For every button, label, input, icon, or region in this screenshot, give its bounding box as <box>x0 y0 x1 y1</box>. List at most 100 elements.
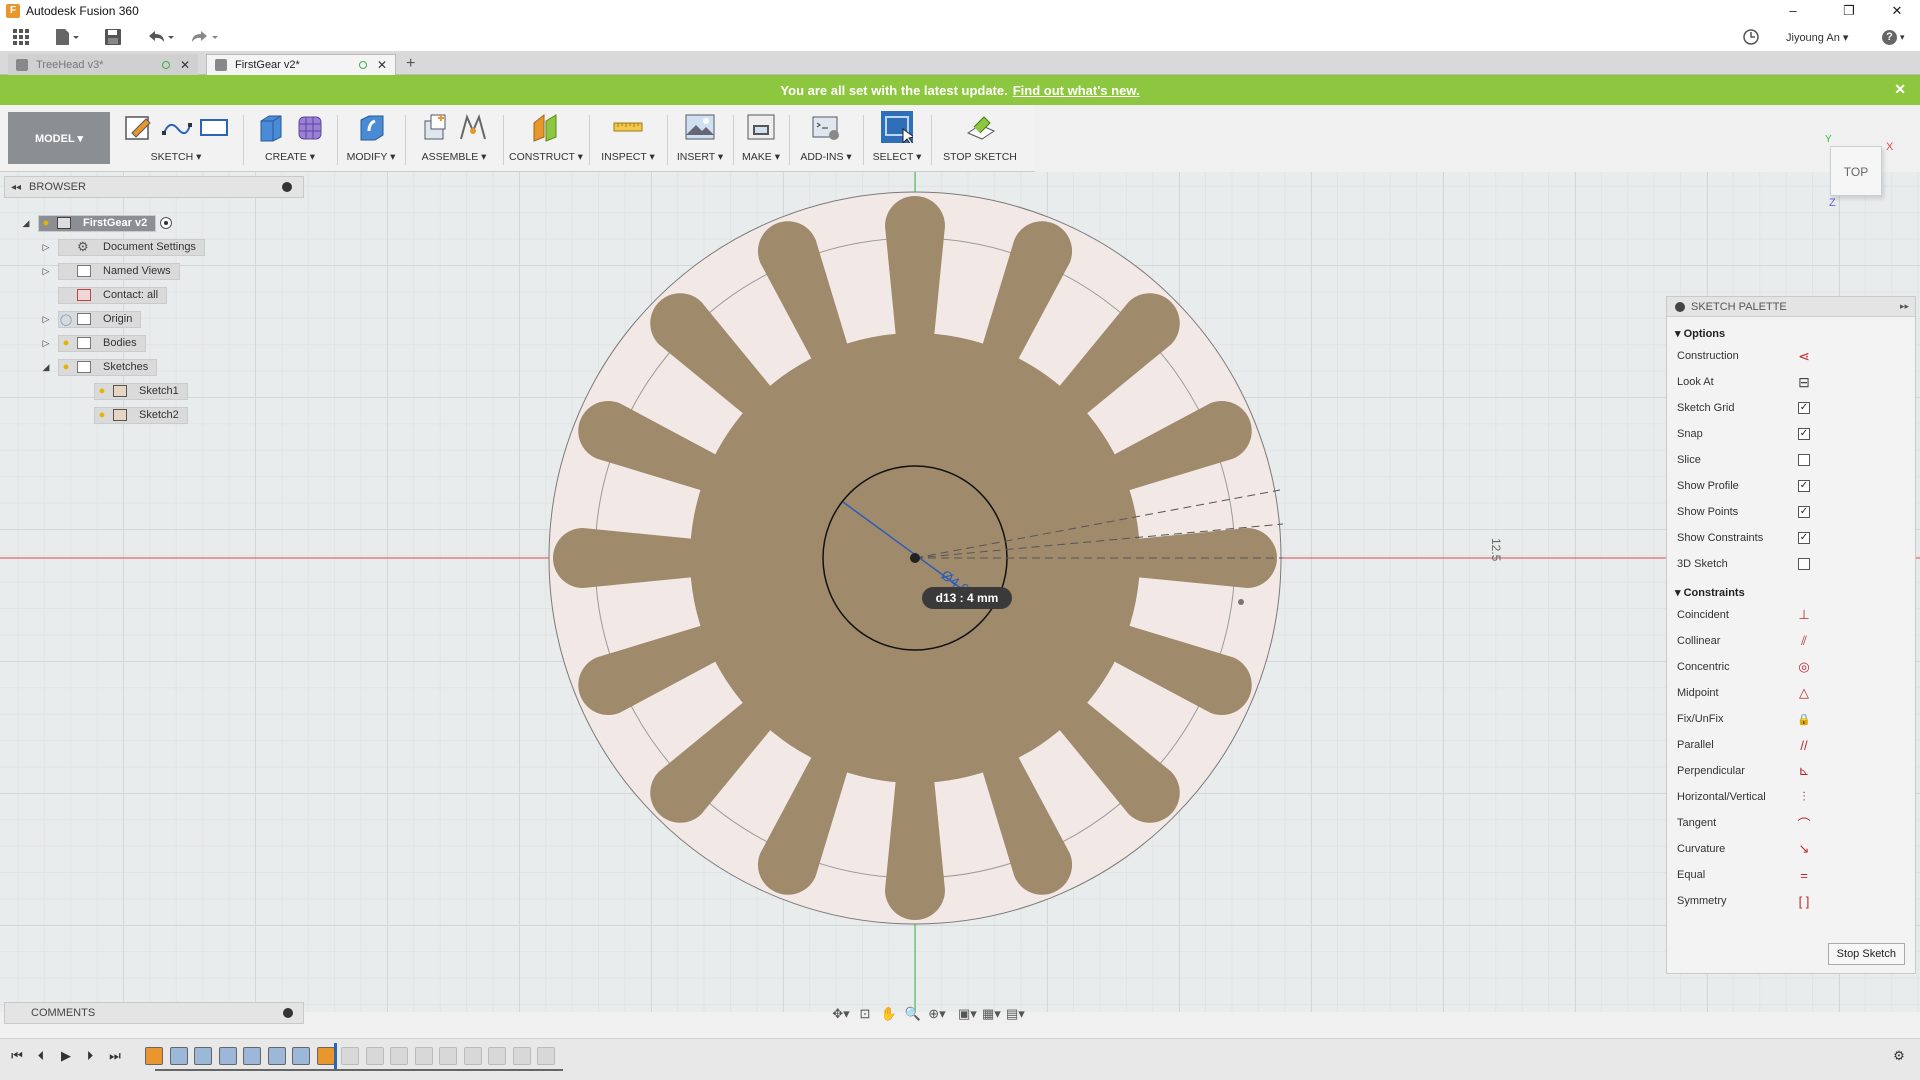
expand-arrow-icon[interactable]: ▷ <box>40 241 52 253</box>
zoom-icon[interactable]: 🔍 <box>904 1005 922 1023</box>
timeline-feature-icon[interactable] <box>292 1047 310 1065</box>
expand-arrow-icon[interactable]: ◢ <box>20 217 32 229</box>
pin-icon[interactable] <box>282 182 292 192</box>
visibility-bulb-icon[interactable]: ● <box>95 385 109 397</box>
timeline-feature-icon[interactable] <box>194 1047 212 1065</box>
parallel-icon[interactable]: // <box>1797 738 1811 753</box>
fix-unfix-icon[interactable]: 🔒 <box>1797 712 1811 726</box>
checkbox[interactable] <box>1798 558 1810 570</box>
timeline-settings-icon[interactable]: ⚙ <box>1890 1047 1908 1065</box>
user-menu[interactable]: Jiyoung An ▾ <box>1786 22 1848 52</box>
option-show-profile[interactable]: Show Profile ✓ <box>1677 477 1907 495</box>
workspace-switcher[interactable]: MODEL ▾ <box>8 112 110 164</box>
timeline-feature-icon[interactable] <box>365 1047 384 1065</box>
save-icon[interactable] <box>104 27 122 47</box>
constraint-fix-unfix[interactable]: Fix/UnFix 🔒 <box>1677 710 1907 728</box>
step-forward-icon[interactable]: ⏵ <box>81 1047 99 1065</box>
constraint-perpendicular[interactable]: Perpendicular ⊾ <box>1677 762 1907 780</box>
constraint-collinear[interactable]: Collinear ⫽ <box>1677 632 1907 650</box>
help-icon[interactable]: ? ▾ <box>1882 22 1905 52</box>
visibility-bulb-icon[interactable]: ● <box>59 337 73 349</box>
grid-menu-icon[interactable] <box>12 27 30 47</box>
redo-icon[interactable] <box>190 27 220 47</box>
option-show-constraints[interactable]: Show Constraints ✓ <box>1677 529 1907 547</box>
option-show-points[interactable]: Show Points ✓ <box>1677 503 1907 521</box>
undo-icon[interactable] <box>146 27 176 47</box>
create-sketch-icon[interactable] <box>122 111 154 143</box>
constraint-tangent[interactable]: Tangent ⌒ <box>1677 814 1907 832</box>
palette-header[interactable]: SKETCH PALETTE ▸▸ <box>1667 297 1915 317</box>
visibility-bulb-icon[interactable]: ◯ <box>59 313 73 326</box>
option-construction[interactable]: Construction ⋖ <box>1677 347 1907 365</box>
tab-firstgear[interactable]: FirstGear v2* ✕ <box>206 54 396 75</box>
create-form-icon[interactable] <box>293 111 325 143</box>
collinear-icon[interactable]: ⫽ <box>1797 633 1811 648</box>
constraint-curvature[interactable]: Curvature ↘ <box>1677 840 1907 858</box>
look-at-icon[interactable]: ⊡ <box>856 1005 874 1023</box>
tangent-icon[interactable]: ⌒ <box>1797 816 1811 832</box>
perpendicular-icon[interactable]: ⊾ <box>1797 763 1811 778</box>
measure-icon[interactable] <box>612 111 644 143</box>
browser-item-contact[interactable]: Contact: all <box>40 286 168 304</box>
3d-print-icon[interactable] <box>745 111 777 143</box>
comments-panel[interactable]: COMMENTS <box>4 1002 304 1024</box>
close-tab-icon[interactable]: ✕ <box>180 58 190 72</box>
viewports-icon[interactable]: ▤▾ <box>1006 1005 1025 1023</box>
minimize-button[interactable]: – <box>1770 0 1816 22</box>
joint-icon[interactable] <box>457 111 489 143</box>
pin-icon[interactable] <box>1675 301 1685 312</box>
zoom-window-icon[interactable]: ⊕▾ <box>928 1005 946 1023</box>
checkbox[interactable]: ✓ <box>1798 402 1810 414</box>
timeline-feature-icon[interactable] <box>243 1047 261 1065</box>
coincident-icon[interactable]: ⊥ <box>1797 607 1811 622</box>
constraint-coincident[interactable]: Coincident ⊥ <box>1677 606 1907 624</box>
new-component-icon[interactable] <box>419 111 451 143</box>
expand-arrow-icon[interactable]: ▷ <box>40 265 52 277</box>
select-icon[interactable] <box>881 111 913 143</box>
go-to-start-icon[interactable]: ⏮ <box>8 1047 26 1065</box>
timeline-feature-icon[interactable] <box>390 1047 408 1065</box>
sketch-group[interactable]: SKETCH ▾ <box>114 111 238 169</box>
dimension-input[interactable]: d13 : 4 mm <box>922 587 1012 609</box>
file-icon[interactable] <box>54 27 80 47</box>
close-window-button[interactable]: ✕ <box>1874 0 1920 22</box>
midpoint-icon[interactable]: △ <box>1797 685 1811 700</box>
expand-arrow-icon[interactable] <box>76 385 88 397</box>
whats-new-link[interactable]: Find out what's new. <box>1013 83 1140 98</box>
expand-arrow-icon[interactable]: ◢ <box>40 361 52 373</box>
addins-group[interactable]: ADD-INS ▾ <box>794 111 858 169</box>
expand-arrow-icon[interactable]: ▷ <box>40 313 52 325</box>
grid-settings-icon[interactable]: ▦▾ <box>982 1005 1001 1023</box>
assemble-group[interactable]: ASSEMBLE ▾ <box>410 111 498 169</box>
new-tab-icon[interactable]: + <box>406 55 415 73</box>
timeline-feature-icon[interactable] <box>145 1047 163 1065</box>
expand-arrow-icon[interactable] <box>76 409 88 421</box>
stop-sketch-group[interactable]: STOP SKETCH <box>936 111 1024 169</box>
activate-component-icon[interactable] <box>160 217 173 229</box>
step-back-icon[interactable]: ⏴ <box>32 1047 50 1065</box>
option-sketch-grid[interactable]: Sketch Grid ✓ <box>1677 399 1907 417</box>
timeline-feature-icon[interactable] <box>439 1047 457 1065</box>
close-banner-icon[interactable]: ✕ <box>1894 81 1906 98</box>
constraints-section-header[interactable]: ▾ Constraints <box>1675 586 1745 599</box>
go-to-end-icon[interactable]: ⏭ <box>106 1047 124 1065</box>
horizontal-vertical-icon[interactable]: ⫶ <box>1797 789 1811 804</box>
line-icon[interactable] <box>160 111 192 143</box>
inspect-group[interactable]: INSPECT ▾ <box>594 111 662 169</box>
constraint-horizontal-vertical[interactable]: Horizontal/Vertical ⫶ <box>1677 788 1907 806</box>
browser-item-sketch2[interactable]: ● Sketch2 <box>76 406 188 424</box>
maximize-button[interactable]: ❐ <box>1826 0 1872 22</box>
timeline-feature-icon[interactable] <box>537 1047 555 1065</box>
timeline-marker[interactable] <box>334 1043 337 1069</box>
checkbox[interactable]: ✓ <box>1798 480 1810 492</box>
visibility-bulb-icon[interactable]: ● <box>95 409 109 421</box>
collapse-browser-icon[interactable]: ◂◂ <box>11 182 21 193</box>
timeline-feature-icon[interactable] <box>169 1047 188 1065</box>
curvature-icon[interactable]: ↘ <box>1797 841 1811 856</box>
extrude-icon[interactable] <box>255 111 287 143</box>
browser-item-bodies[interactable]: ▷ ● Bodies <box>40 334 146 352</box>
orbit-icon[interactable]: ✥▾ <box>832 1005 850 1023</box>
look-at-icon[interactable]: ⊟ <box>1797 374 1811 390</box>
visibility-bulb-icon[interactable]: ● <box>59 361 73 373</box>
stop-sketch-icon[interactable] <box>964 111 996 143</box>
